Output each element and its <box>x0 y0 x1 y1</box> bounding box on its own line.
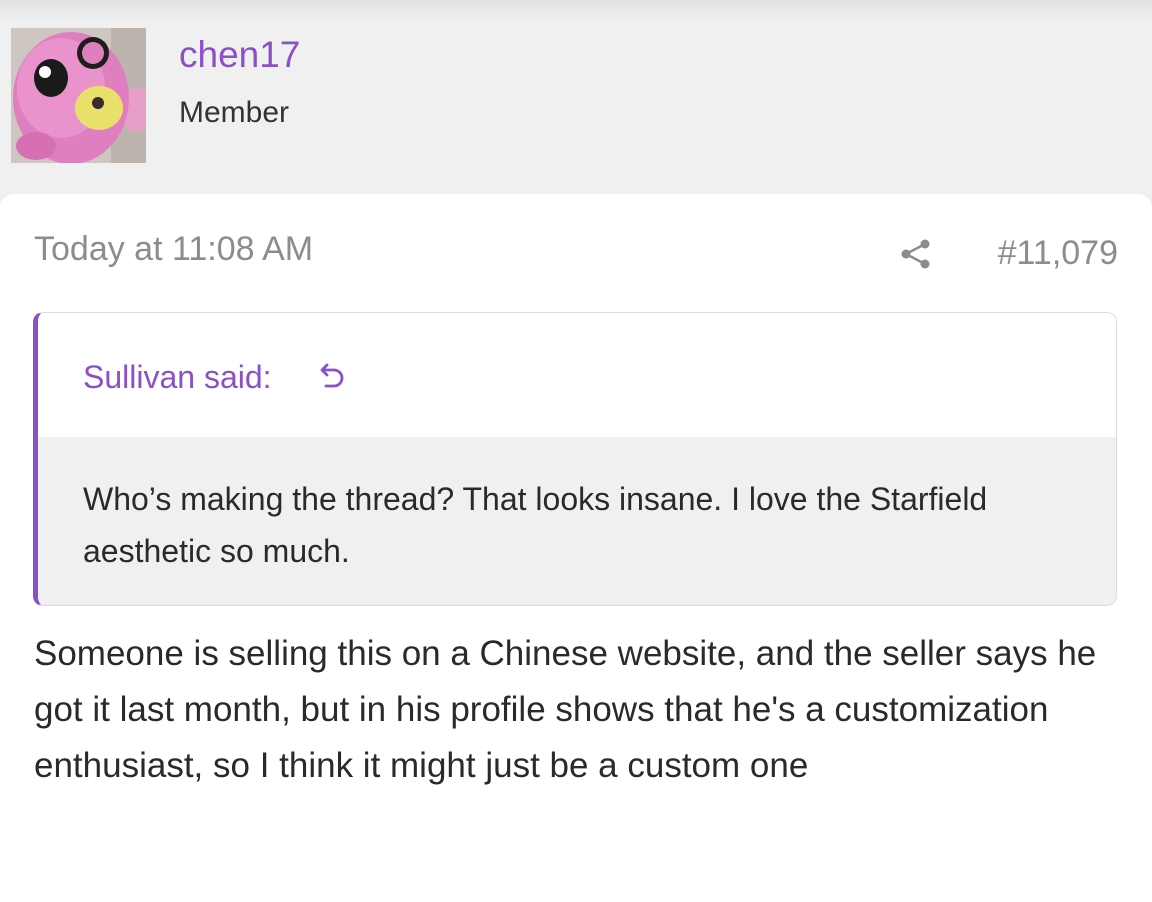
username-link[interactable]: chen17 <box>179 34 300 76</box>
quote-header: Sullivan said: <box>38 313 1116 437</box>
avatar[interactable] <box>11 28 146 163</box>
quote-body: Who’s making the thread? That looks insa… <box>38 437 1116 605</box>
quote-jump-icon[interactable] <box>318 361 348 391</box>
quote-block: Sullivan said: Who’s making the thread? … <box>33 312 1117 606</box>
top-bar <box>0 0 1152 18</box>
quote-author-link[interactable]: Sullivan said: <box>83 359 272 396</box>
share-icon[interactable] <box>899 237 933 271</box>
user-title: Member <box>179 96 290 129</box>
post-body-text: Someone is selling this on a Chinese web… <box>34 634 1097 785</box>
post-date[interactable]: Today at 11:08 AM <box>34 230 313 269</box>
post-user-header: chen17 Member <box>0 18 1152 194</box>
quote-text: Who’s making the thread? That looks insa… <box>83 481 988 569</box>
post-number-link[interactable]: #11,079 <box>998 234 1118 273</box>
post-card: Today at 11:08 AM #11,079 Sullivan said:… <box>0 194 1152 902</box>
